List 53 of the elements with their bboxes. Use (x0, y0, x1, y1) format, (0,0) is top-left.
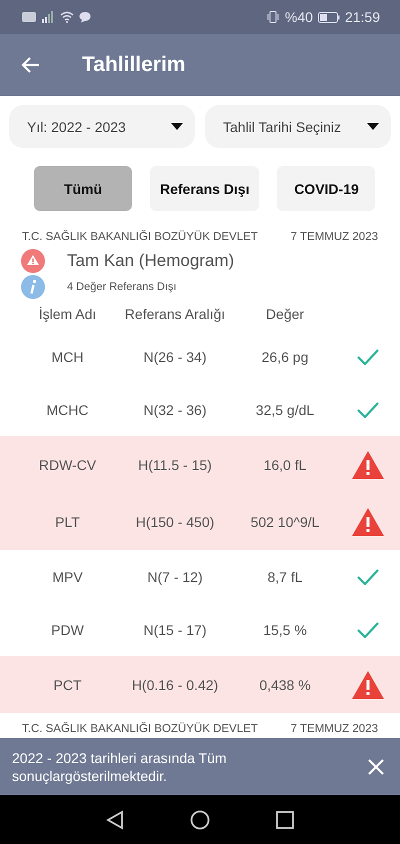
screen-title: Tahlillerim (82, 53, 186, 77)
table-cell: 16,0 fL (264, 456, 306, 472)
table-cell: N(15 - 17) (143, 622, 207, 638)
table-cell: N(32 - 36) (143, 402, 207, 418)
column-header: Değer (266, 306, 304, 322)
battery-percent: %40 (284, 9, 313, 25)
institution-name: T.C. SAĞLIK BAKANLIĞI BOZÜYÜK DEVLET (22, 723, 258, 735)
column-header: Referans Aralığı (124, 306, 226, 322)
battery-icon (318, 12, 340, 22)
filter-tab[interactable]: Tümü (34, 166, 132, 211)
table-cell: H(0.16 - 0.42) (132, 676, 218, 692)
back-nav-icon[interactable] (106, 810, 124, 830)
column-header: İşlem Adı (38, 306, 96, 322)
table-cell: 8,7 fL (267, 568, 303, 584)
filter-tab[interactable]: COVID-19 (277, 166, 376, 211)
home-nav-icon[interactable] (190, 810, 210, 830)
table-cell: 26,6 pg (262, 348, 308, 364)
table-cell: H(11.5 - 15) (138, 456, 212, 472)
dropdown[interactable]: Tahlil Tarihi Seçiniz (205, 105, 391, 148)
dropdown-arrow-icon (171, 123, 183, 130)
table-cell: 15,5 % (263, 622, 307, 638)
wifi-icon (60, 11, 74, 23)
table-cell: MCH (52, 348, 84, 364)
table-cell: 0,438 % (259, 676, 311, 692)
institution-name: T.C. SAĞLIK BAKANLIĞI BOZÜYÜK DEVLET (22, 231, 258, 243)
table-cell: PCT (54, 676, 82, 692)
report-date: 7 TEMMUZ 2023 (290, 231, 378, 243)
table-cell: N(7 - 12) (147, 568, 203, 584)
table-cell: PDW (51, 622, 84, 638)
table-cell: PLT (55, 514, 80, 530)
report-date: 7 TEMMUZ 2023 (290, 723, 378, 735)
clock: 21:59 (344, 9, 380, 25)
filter-tab[interactable]: Referans Dışı (150, 166, 260, 211)
table-cell: 502 10^9/L (250, 514, 320, 530)
hd-icon (22, 12, 36, 22)
table-cell: MPV (52, 568, 83, 584)
table-cell: H(150 - 450) (136, 514, 214, 530)
table-cell: N(26 - 34) (143, 348, 207, 364)
table-cell: MCHC (46, 402, 88, 418)
dropdown[interactable]: Yıl: 2022 - 2023 (9, 105, 195, 148)
chat-icon (79, 11, 91, 23)
recents-nav-icon[interactable] (276, 810, 294, 828)
table-cell: 32,5 g/dL (256, 402, 314, 418)
test-name: Tam Kan (Hemogram) (67, 251, 234, 271)
warning-icon (21, 249, 45, 273)
vibrate-icon (266, 11, 280, 23)
close-button[interactable] (368, 758, 384, 774)
signal-icon (41, 11, 55, 23)
table-cell: RDW-CV (38, 456, 96, 472)
snackbar-message: 2022 - 2023 tarihleri arasında Tüm sonuçlargösterilmektedir. (12, 748, 228, 784)
info-icon (21, 275, 45, 299)
dropdown-arrow-icon (367, 123, 379, 130)
summary-text: 4 Değer Referans Dışı (67, 281, 176, 293)
